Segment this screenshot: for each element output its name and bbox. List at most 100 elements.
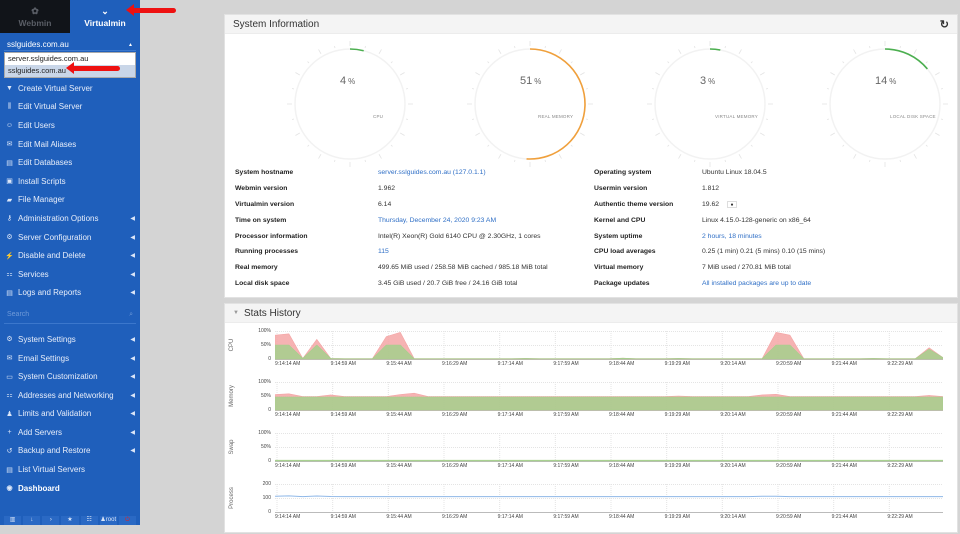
users-icon: ☺ bbox=[5, 121, 14, 129]
sitemap-icon: ⚏ bbox=[6, 271, 13, 279]
download-icon[interactable]: ↓ bbox=[23, 516, 41, 525]
terminal-icon[interactable]: › bbox=[42, 516, 60, 525]
info-value[interactable]: server.sslguides.com.au (127.0.1.1) bbox=[378, 169, 486, 176]
sidebar-item-server-configuration[interactable]: ⚙ Server Configuration ◀ bbox=[0, 228, 140, 247]
star-icon[interactable]: ★ bbox=[61, 516, 79, 525]
gauge-cpu: 4% CPU bbox=[280, 34, 420, 174]
series-processes bbox=[275, 495, 943, 498]
tab-webmin[interactable]: ✿ Webmin bbox=[0, 0, 70, 33]
logout-icon[interactable]: ⏻ bbox=[118, 516, 136, 525]
sidebar-item-addresses-and-networking[interactable]: ⚏ Addresses and Networking ◀ bbox=[0, 386, 140, 405]
sidebar-item-label: Addresses and Networking bbox=[18, 390, 114, 400]
sidebar-search[interactable]: Search ⌕ bbox=[4, 306, 136, 325]
sidebar-item-backup-and-restore[interactable]: ↺ Backup and Restore ◀ bbox=[0, 442, 140, 461]
chart-xtick: 9:20:59 AM bbox=[776, 361, 802, 367]
sidebar-item-logs-and-reports[interactable]: ▤ Logs and Reports ◀ bbox=[0, 284, 140, 303]
chart-ylabel: CPU bbox=[229, 338, 235, 352]
chart-ytick: 0 bbox=[268, 509, 271, 515]
chart-xtick: 9:14:14 AM bbox=[275, 463, 301, 469]
sidebar-item-services[interactable]: ⚏ Services ◀ bbox=[0, 265, 140, 284]
domain-select[interactable]: sslguides.com.au ▲ bbox=[4, 39, 136, 51]
chart-plot bbox=[275, 331, 943, 360]
sliders-icon[interactable]: ☷ bbox=[80, 516, 98, 525]
sidebar-item-edit-databases[interactable]: ▤ Edit Databases bbox=[0, 153, 140, 172]
info-key: Webmin version bbox=[235, 185, 288, 193]
gauge-arc bbox=[349, 48, 364, 52]
sidebar-item-disable-and-delete[interactable]: ⚡ Disable and Delete ◀ bbox=[0, 246, 140, 265]
stats-icon[interactable]: ▥ bbox=[4, 516, 22, 525]
chart-xtick: 9:16:29 AM bbox=[442, 514, 468, 520]
sidebar-item-add-servers[interactable]: + Add Servers ◀ bbox=[0, 423, 140, 442]
info-value: Linux 4.15.0-128-generic on x86_64 bbox=[702, 216, 811, 224]
caret-left-icon: ◀ bbox=[130, 253, 135, 260]
info-row: Operating system Ubuntu Linux 18.04.5 bbox=[594, 165, 825, 181]
stats-history-header[interactable]: ▼ Stats History bbox=[225, 304, 957, 323]
caret-left-icon: ◀ bbox=[130, 336, 135, 343]
chart-xtick: 9:15:44 AM bbox=[386, 514, 412, 520]
chart-xtick: 9:21:44 AM bbox=[831, 514, 857, 520]
info-icon[interactable]: ● bbox=[727, 200, 738, 208]
info-value: Intel(R) Xeon(R) Gold 6140 CPU @ 2.30GHz… bbox=[378, 232, 541, 240]
sidebar-item-create-virtual-server[interactable]: ▼ Create Virtual Server bbox=[0, 79, 140, 98]
plug-icon: ⚡ bbox=[5, 252, 14, 260]
info-key: Virtual memory bbox=[594, 264, 644, 272]
sidebar-item-limits-and-validation[interactable]: ♟ Limits and Validation ◀ bbox=[0, 405, 140, 424]
sidebar-item-edit-users[interactable]: ☺ Edit Users bbox=[0, 116, 140, 135]
sidebar-item-label: Add Servers bbox=[18, 427, 63, 437]
chart-xtick: 9:14:14 AM bbox=[275, 361, 301, 367]
refresh-icon[interactable]: ↻ bbox=[940, 18, 949, 31]
chart-ytick: 50% bbox=[260, 444, 271, 450]
sidebar-item-system-customization[interactable]: ▭ System Customization ◀ bbox=[0, 367, 140, 386]
chart-xtick: 9:20:59 AM bbox=[776, 412, 802, 418]
info-value[interactable]: All installed packages are up to date bbox=[702, 280, 811, 287]
chart-xtick: 9:17:14 AM bbox=[497, 463, 523, 469]
tab-virtualmin-label: Virtualmin bbox=[84, 17, 126, 28]
chart-xtick: 9:20:14 AM bbox=[720, 412, 746, 418]
info-value[interactable]: 2 hours, 18 minutes bbox=[702, 233, 762, 240]
sidebar-item-label: Administration Options bbox=[18, 213, 99, 223]
sidebar-item-label: Disable and Delete bbox=[18, 251, 86, 261]
sidebar-item-edit-mail-aliases[interactable]: ✉ Edit Mail Aliases bbox=[0, 135, 140, 154]
caret-left-icon: ◀ bbox=[130, 234, 135, 241]
chart-ytick: 0 bbox=[268, 458, 271, 464]
sidebar-item-email-settings[interactable]: ✉ Email Settings ◀ bbox=[0, 349, 140, 368]
sidebar-item-install-scripts[interactable]: ▣ Install Scripts bbox=[0, 172, 140, 191]
sidebar-item-list-virtual-servers[interactable]: ▤ List Virtual Servers bbox=[0, 460, 140, 479]
chart-xtick: 9:20:59 AM bbox=[776, 463, 802, 469]
chart-xtick: 9:16:29 AM bbox=[442, 361, 468, 367]
chart-process: Process 200 100 0 9:14:14 AM 9:14:59 AM 9:15:4… bbox=[225, 481, 959, 534]
chart-xtick: 9:18:44 AM bbox=[609, 412, 635, 418]
chart-ylabel: Swap bbox=[229, 439, 235, 455]
search-input[interactable]: Search bbox=[7, 311, 29, 318]
sidebar-item-label: Install Scripts bbox=[18, 176, 66, 186]
chart-xtick: 9:17:14 AM bbox=[497, 412, 523, 418]
info-key: Package updates bbox=[594, 279, 650, 287]
info-value: 1.812 bbox=[702, 185, 720, 193]
sidebar-item-system-settings[interactable]: ⚙ System Settings ◀ bbox=[0, 330, 140, 349]
chart-xtick: 9:17:14 AM bbox=[497, 361, 523, 367]
dashboard-icon: ◉ bbox=[6, 485, 13, 493]
info-value[interactable]: Thursday, December 24, 2020 9:23 AM bbox=[378, 217, 496, 224]
sidebar-item-label: Create Virtual Server bbox=[18, 83, 93, 93]
info-right: Operating system Ubuntu Linux 18.04.5 User… bbox=[594, 165, 825, 291]
chart-xtick: 9:20:59 AM bbox=[776, 514, 802, 520]
chart-xtick: 9:14:59 AM bbox=[330, 514, 356, 520]
chart-xtick: 9:16:29 AM bbox=[442, 463, 468, 469]
sidebar-item-label: Limits and Validation bbox=[18, 409, 92, 419]
info-value: 499.65 MiB used / 258.58 MiB cached / 98… bbox=[378, 264, 548, 272]
sidebar-item-edit-virtual-server[interactable]: ⫼ Edit Virtual Server bbox=[0, 98, 140, 117]
filter-icon: ▼ bbox=[6, 84, 13, 92]
chart-xtick: 9:15:44 AM bbox=[386, 412, 412, 418]
chart-ytick: 0 bbox=[268, 356, 271, 362]
info-value[interactable]: 115 bbox=[378, 248, 389, 255]
key-icon: ⚷ bbox=[6, 215, 13, 223]
info-row: Virtual memory 7 MiB used / 270.81 MiB to… bbox=[594, 260, 825, 276]
sidebar-item-dashboard[interactable]: ◉ Dashboard bbox=[0, 479, 140, 498]
info-key: Kernel and CPU bbox=[594, 216, 646, 224]
gears-icon: ⚙ bbox=[6, 234, 13, 242]
sidebar-item-administration-options[interactable]: ⚷ Administration Options ◀ bbox=[0, 209, 140, 228]
system-info-header: System Information ↻ bbox=[225, 15, 957, 34]
user-root-button[interactable]: ♟root bbox=[99, 516, 117, 525]
info-key: Operating system bbox=[594, 169, 652, 177]
sidebar-item-file-manager[interactable]: ▰ File Manager bbox=[0, 191, 140, 210]
